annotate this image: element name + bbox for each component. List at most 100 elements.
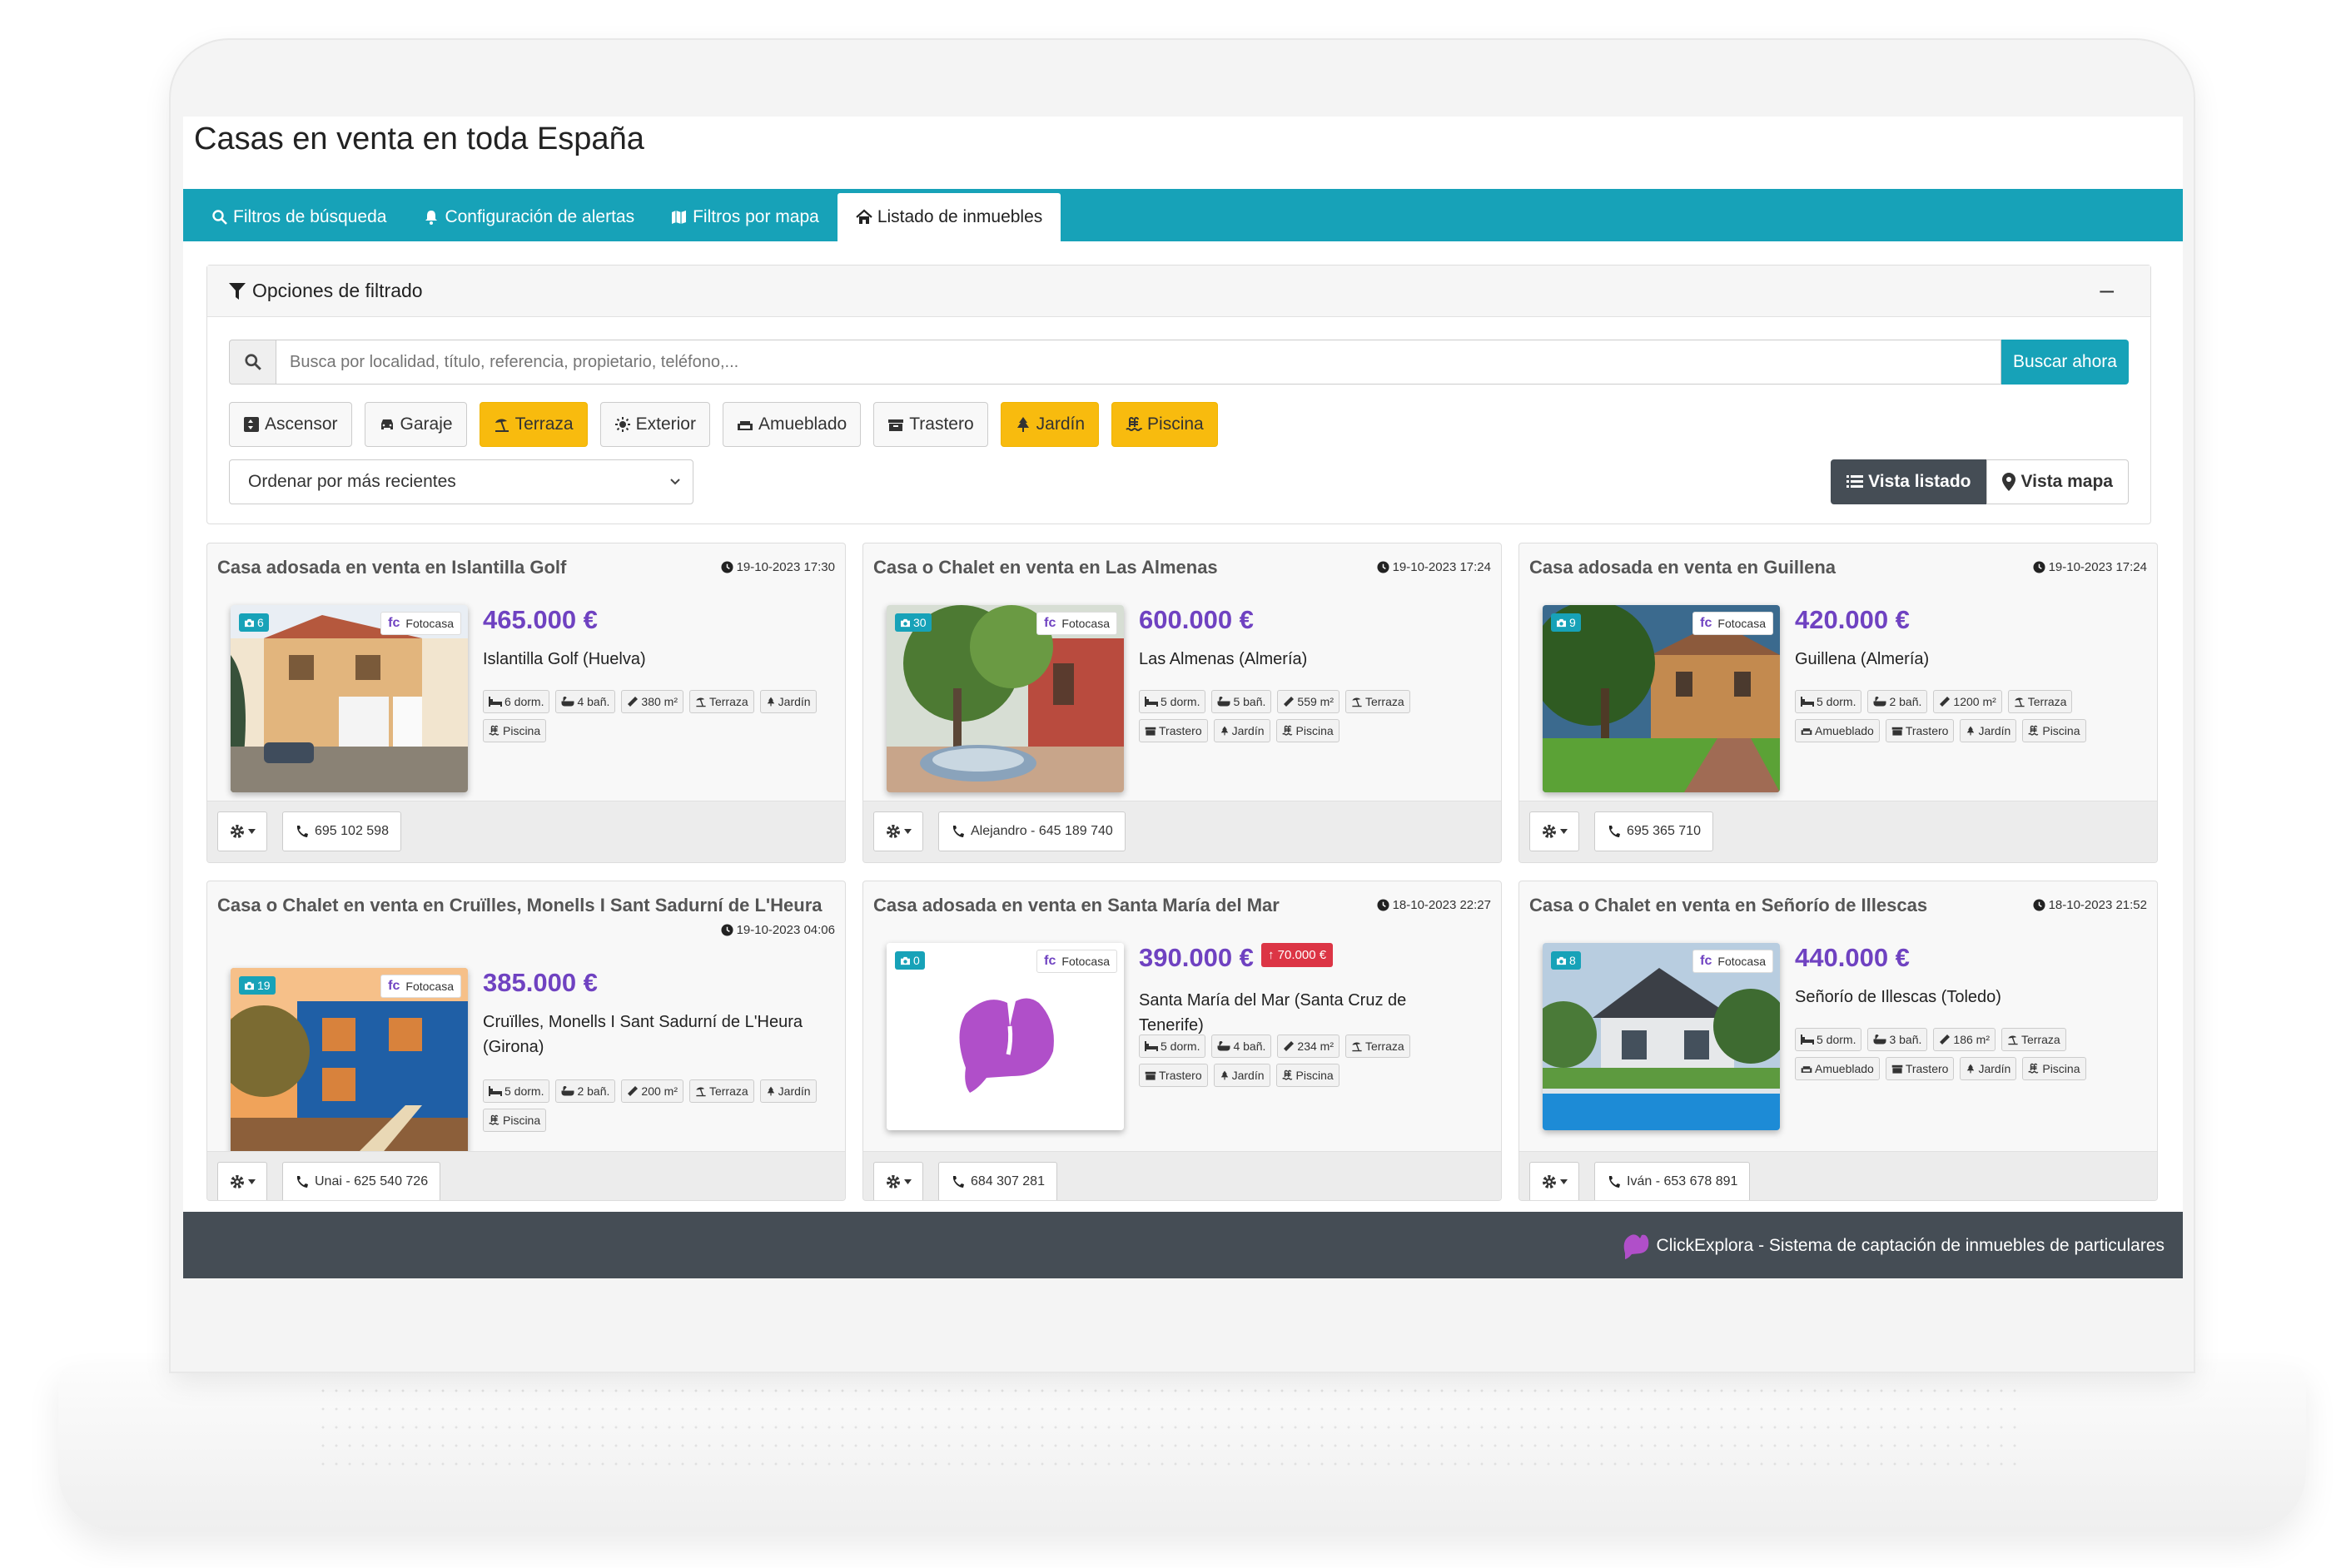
chip-ascensor[interactable]: Ascensor <box>229 402 352 447</box>
tab-label: Filtros de búsqueda <box>233 207 387 226</box>
listing-title[interactable]: Casa o Chalet en venta en Las Almenas <box>873 557 1218 578</box>
fotocasa-logo-icon: fc <box>1044 616 1056 630</box>
actions-dropdown-button[interactable] <box>873 1162 923 1200</box>
listing-card[interactable]: Casa adosada en venta en Islantilla Golf… <box>206 543 846 863</box>
tab-alerts[interactable]: Configuración de alertas <box>405 193 653 241</box>
listing-title[interactable]: Casa adosada en venta en Islantilla Golf <box>217 557 566 578</box>
chip-jardin[interactable]: Jardín <box>1000 402 1100 447</box>
actions-dropdown-button[interactable] <box>217 811 267 851</box>
phone-text: 695 365 710 <box>1627 824 1701 838</box>
feature-text: Trastero <box>1905 1062 1949 1075</box>
listing-photo[interactable]: 8 fc Fotocasa <box>1543 943 1780 1130</box>
map-view-button[interactable]: Vista mapa <box>1986 459 2129 504</box>
umbrella-beach-icon <box>1352 697 1362 707</box>
phone-button[interactable]: Unai - 625 540 726 <box>282 1162 441 1200</box>
search-input[interactable] <box>276 340 2001 385</box>
feature-piscina: Piscina <box>2022 719 2086 742</box>
chip-trastero[interactable]: Trastero <box>873 402 988 447</box>
listing-photo[interactable]: 19 fc Fotocasa <box>231 968 468 1155</box>
collapse-button[interactable]: – <box>2100 278 2114 303</box>
fotocasa-logo-icon: fc <box>1700 954 1712 968</box>
feature-text: Amueblado <box>1815 1062 1874 1075</box>
phone-button[interactable]: 695 365 710 <box>1594 811 1713 851</box>
date-text: 19-10-2023 04:06 <box>736 923 835 937</box>
listing-card[interactable]: Casa adosada en venta en Santa María del… <box>862 881 1502 1201</box>
feature-amueblado: Amueblado <box>1795 719 1880 742</box>
listing-card[interactable]: Casa o Chalet en venta en Las Almenas 19… <box>862 543 1502 863</box>
source-label: Fotocasa <box>1061 617 1110 630</box>
listing-title[interactable]: Casa o Chalet en venta en Señorío de Ill… <box>1529 895 1927 916</box>
price-drop-badge: ↑ 70.000 € <box>1261 943 1334 967</box>
listing-date: 19-10-2023 17:24 <box>1377 560 1491 574</box>
actions-dropdown-button[interactable] <box>1529 1162 1579 1200</box>
listing-title[interactable]: Casa adosada en venta en Santa María del… <box>873 895 1280 916</box>
listing-features: 6 dorm. 4 bañ. 380 m² Terraza Jardín Pis… <box>483 690 828 742</box>
actions-dropdown-button[interactable] <box>1529 811 1579 851</box>
filter-panel: Opciones de filtrado – Buscar ahora Asce… <box>206 265 2151 524</box>
phone-text: 695 102 598 <box>315 824 389 838</box>
feature-piscina: Piscina <box>483 1109 547 1132</box>
chip-exterior[interactable]: Exterior <box>599 402 710 447</box>
actions-dropdown-button[interactable] <box>217 1162 267 1200</box>
feature-terraza: Terraza <box>688 690 754 713</box>
phone-button[interactable]: 695 102 598 <box>282 811 401 851</box>
actions-dropdown-button[interactable] <box>873 811 923 851</box>
bed-icon <box>489 1086 502 1096</box>
chip-piscina[interactable]: Piscina <box>1111 402 1218 447</box>
feature-text: 2 bañ. <box>1889 695 1922 708</box>
feature-text: 5 bañ. <box>1233 695 1266 708</box>
photo-count-badge: 6 <box>239 613 269 632</box>
fotocasa-logo-icon: fc <box>388 616 400 630</box>
phone-button[interactable]: Iván - 653 678 891 <box>1594 1162 1751 1200</box>
feature-bedrooms: 5 dorm. <box>1139 690 1206 713</box>
listing-title[interactable]: Casa adosada en venta en Guillena <box>1529 557 1836 578</box>
feature-text: Piscina <box>503 724 541 737</box>
listing-location: Las Almenas (Almería) <box>1139 650 1308 668</box>
camera-icon <box>901 956 910 965</box>
listing-features: 5 dorm. 2 bañ. 1200 m² Terraza Amueblado… <box>1795 690 2140 742</box>
date-text: 19-10-2023 17:24 <box>1392 560 1491 574</box>
chip-amueblado[interactable]: Amueblado <box>722 402 862 447</box>
feature-trastero: Trastero <box>1139 1064 1208 1087</box>
listing-photo[interactable]: 6 fc Fotocasa <box>231 605 468 792</box>
box-icon <box>1145 727 1156 736</box>
clock-icon <box>2033 899 2045 911</box>
tab-search-filters[interactable]: Filtros de búsqueda <box>193 193 405 241</box>
ruler-icon <box>628 697 639 707</box>
phone-button[interactable]: Alejandro - 645 189 740 <box>938 811 1126 851</box>
listing-card[interactable]: Casa o Chalet en venta en Cruïlles, Mone… <box>206 881 846 1201</box>
tab-property-list[interactable]: Listado de inmuebles <box>837 193 1061 241</box>
feature-text: 559 m² <box>1297 695 1334 708</box>
phone-button[interactable]: 684 307 281 <box>938 1162 1057 1200</box>
tab-map-filters[interactable]: Filtros por mapa <box>653 193 837 241</box>
couch-icon <box>1801 1066 1812 1073</box>
list-view-button[interactable]: Vista listado <box>1831 459 1987 504</box>
listing-price: 390.000 € <box>1139 943 1254 972</box>
feature-trastero: Trastero <box>1885 719 1955 742</box>
chip-label: Piscina <box>1147 414 1204 434</box>
feature-text: 1200 m² <box>1953 695 1996 708</box>
listing-photo[interactable]: 0 fc Fotocasa <box>887 943 1124 1130</box>
camera-icon <box>1557 956 1566 965</box>
sort-select[interactable]: Ordenar por más recientes <box>229 459 693 504</box>
tree-icon <box>767 697 774 707</box>
date-text: 18-10-2023 21:52 <box>2048 898 2147 912</box>
listing-title[interactable]: Casa o Chalet en venta en Cruïlles, Mone… <box>217 895 823 916</box>
feature-bedrooms: 5 dorm. <box>1795 690 1862 713</box>
listing-photo[interactable]: 30 fc Fotocasa <box>887 605 1124 792</box>
search-button[interactable]: Buscar ahora <box>2001 340 2129 385</box>
listing-features: 5 dorm. 3 bañ. 186 m² Terraza Amueblado … <box>1795 1028 2140 1080</box>
date-text: 18-10-2023 22:27 <box>1392 898 1491 912</box>
chip-terraza[interactable]: Terraza <box>479 402 588 447</box>
phone-text: 684 307 281 <box>971 1174 1045 1188</box>
listing-card[interactable]: Casa adosada en venta en Guillena 19-10-… <box>1518 543 2158 863</box>
ruler-icon <box>628 1086 639 1096</box>
feature-terraza: Terraza <box>1344 1035 1410 1058</box>
list-view-label: Vista listado <box>1868 472 1971 491</box>
listing-footer: Alejandro - 645 189 740 <box>863 801 1501 862</box>
photo-count: 9 <box>1569 616 1576 629</box>
listing-photo[interactable]: 9 fc Fotocasa <box>1543 605 1780 792</box>
feature-text: Terraza <box>2027 695 2067 708</box>
chip-garaje[interactable]: Garaje <box>364 402 467 447</box>
listing-card[interactable]: Casa o Chalet en venta en Señorío de Ill… <box>1518 881 2158 1201</box>
